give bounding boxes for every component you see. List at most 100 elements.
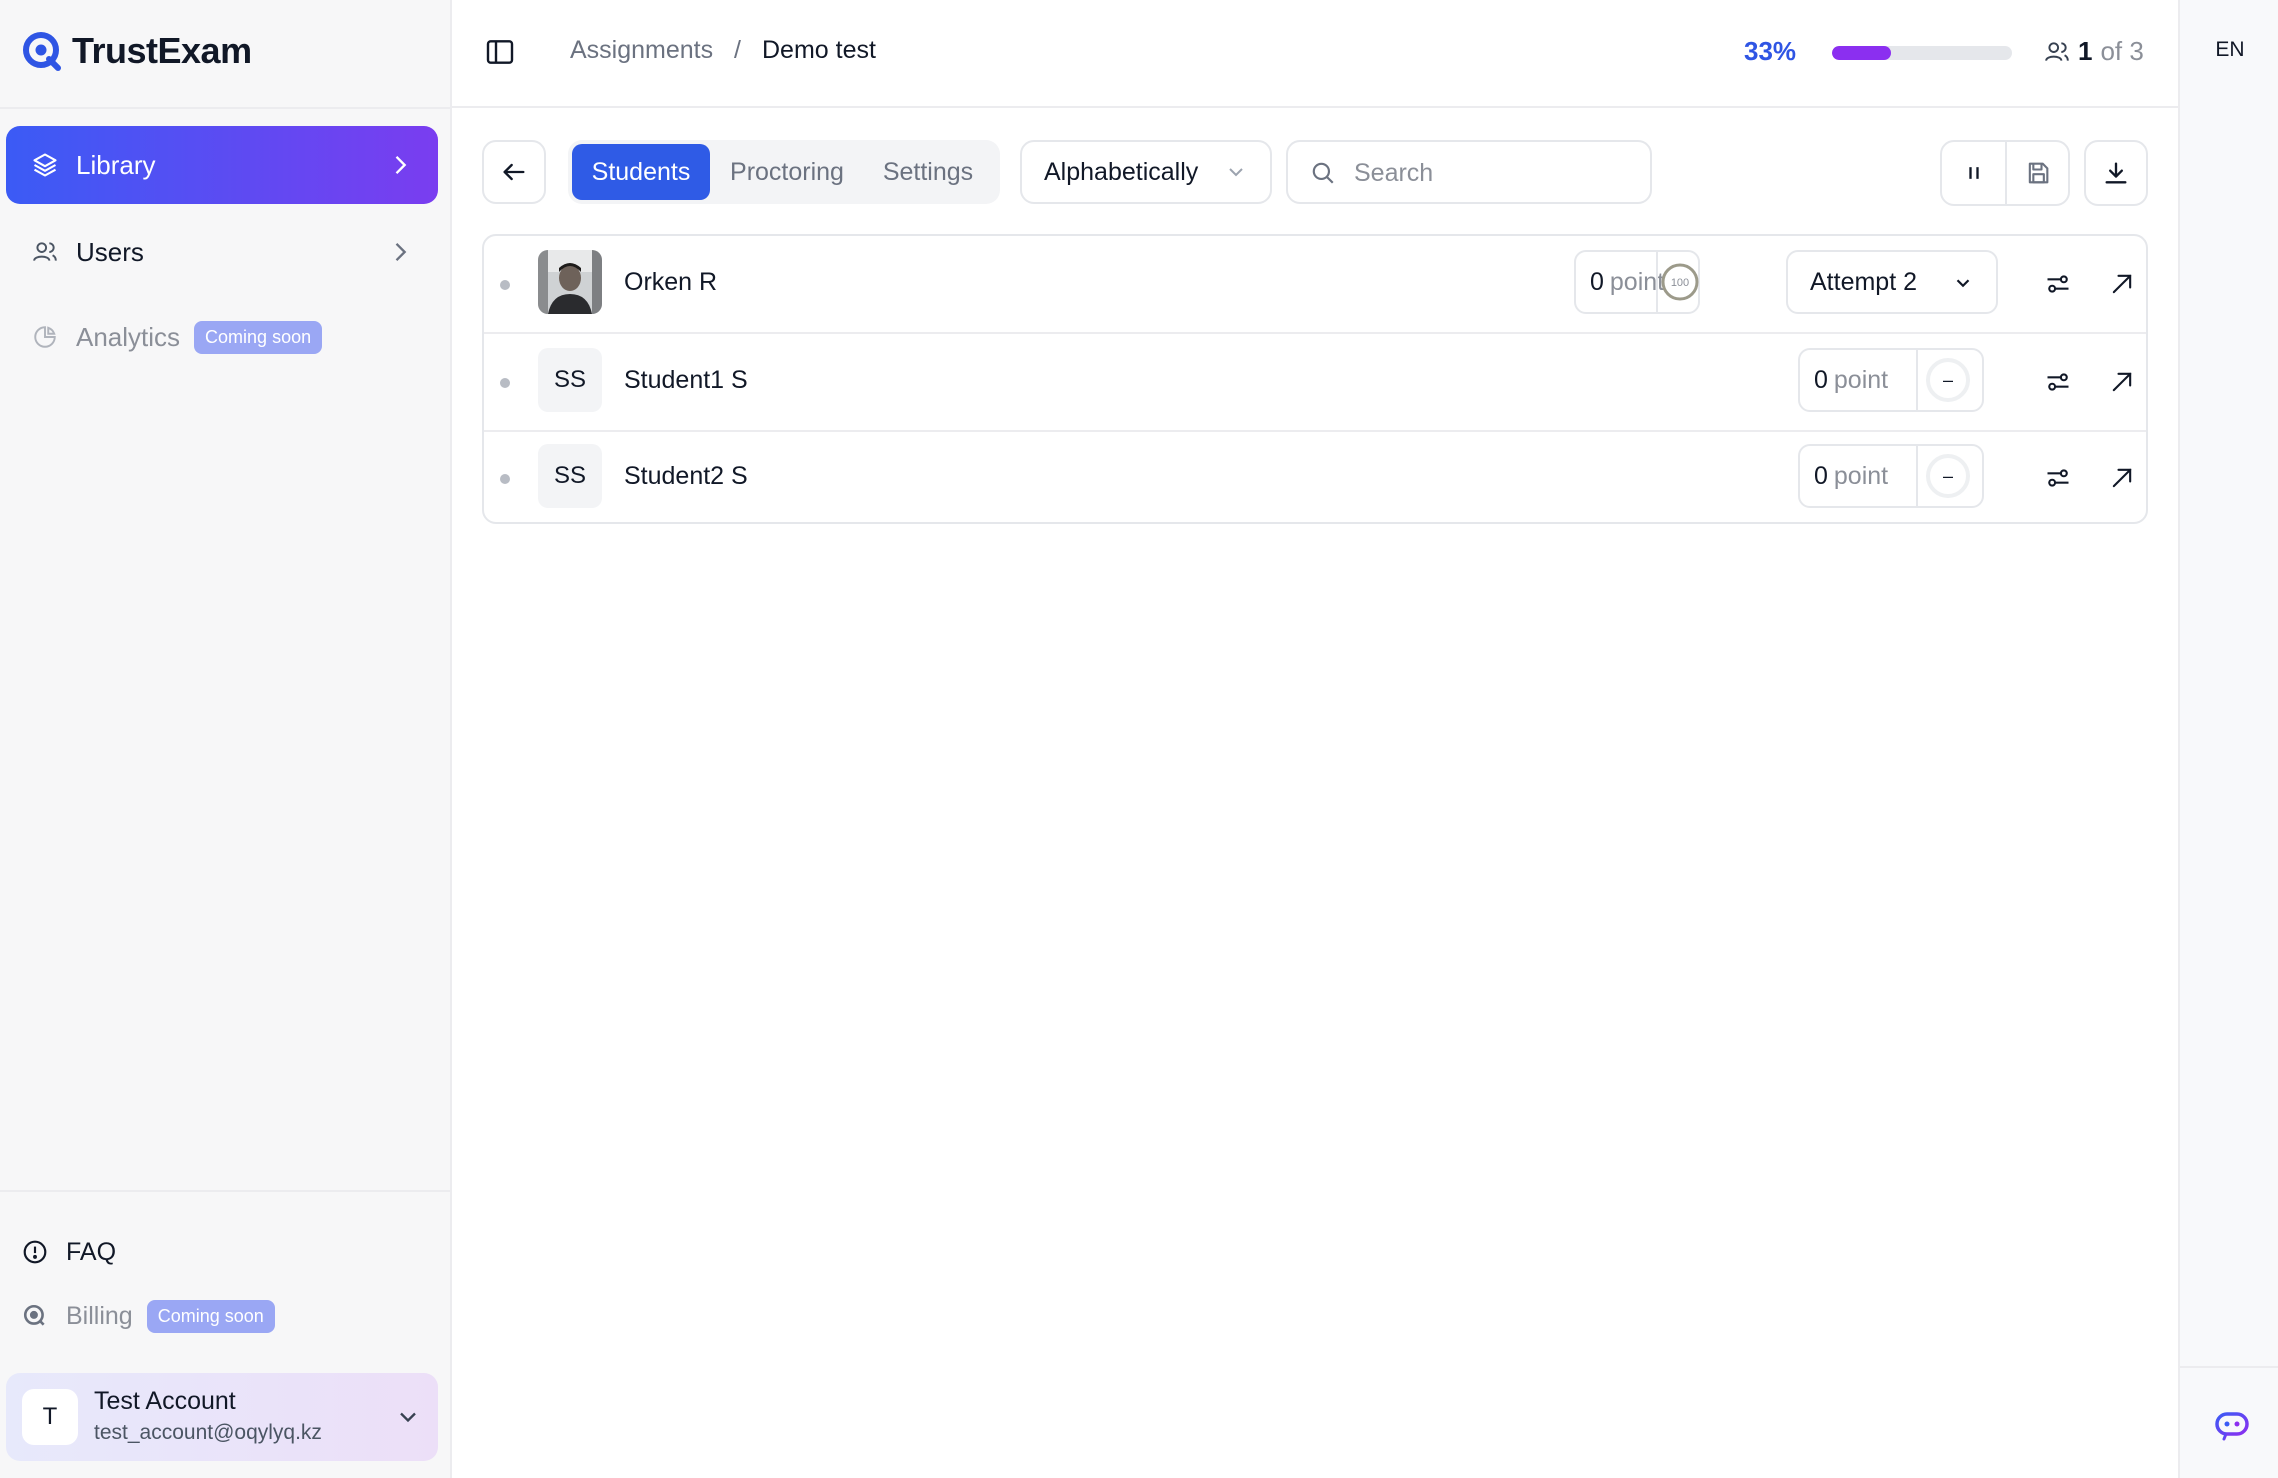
progress-bar <box>1832 46 2012 60</box>
chevron-right-icon <box>395 156 407 174</box>
breadcrumb-current: Demo test <box>762 36 876 64</box>
divider <box>1656 252 1658 312</box>
student-name: Student2 S <box>624 462 748 490</box>
tab-settings[interactable]: Settings <box>864 144 992 200</box>
table-row[interactable]: SS Student1 S 0 point – <box>484 334 2146 430</box>
chevron-down-icon <box>1956 279 1970 288</box>
students-table: Orken R 0 point 100 Attempt 2 SS Student1… <box>482 234 2148 524</box>
score-unit: point <box>1833 462 1889 490</box>
sidebar-item-label: FAQ <box>66 1237 117 1266</box>
sidebar-item-label: Library <box>76 149 156 180</box>
layers-icon <box>30 150 60 180</box>
breadcrumb-separator: / <box>734 36 741 64</box>
avatar: T <box>22 1389 78 1445</box>
pause-icon[interactable] <box>1960 159 1988 187</box>
student-photo <box>538 250 602 314</box>
progress-percent: 33% <box>1744 36 1797 66</box>
sidebar-item-label: Billing <box>66 1301 133 1330</box>
avatar: SS <box>538 444 602 508</box>
coming-soon-badge: Coming soon <box>146 1299 275 1333</box>
sidebar-toggle-icon[interactable] <box>484 36 516 68</box>
view-tabs: Students Proctoring Settings <box>568 140 1000 204</box>
sidebar-item-faq[interactable]: FAQ <box>22 1232 116 1272</box>
score-ring-label: – <box>1943 370 1953 390</box>
participants-total: of 3 <box>2100 36 2144 66</box>
brand-name: TrustExam <box>72 30 252 71</box>
save-icon[interactable] <box>2024 159 2052 187</box>
breadcrumb-assignments[interactable]: Assignments <box>570 36 713 65</box>
chevron-down-icon <box>400 1412 416 1423</box>
sidebar: TrustExam Library Users Analytics Coming… <box>0 0 452 1478</box>
search-box <box>1286 140 1652 204</box>
sidebar-item-analytics[interactable]: Analytics Coming soon <box>6 298 438 376</box>
download-button[interactable] <box>2084 140 2148 206</box>
tab-students[interactable]: Students <box>572 144 710 200</box>
score-box: 0 point 100 <box>1574 250 1700 314</box>
participants-current: 1 <box>2078 36 2093 66</box>
table-row[interactable]: SS Student2 S 0 point – <box>484 430 2146 522</box>
avatar: SS <box>538 348 602 412</box>
account-menu[interactable]: T Test Account test_account@oqylyq.kz <box>6 1373 438 1461</box>
status-dot <box>500 378 510 388</box>
assistant-bot-icon[interactable] <box>2212 1404 2252 1444</box>
back-button[interactable] <box>482 140 546 204</box>
info-circle-icon <box>23 1240 47 1264</box>
billing-icon <box>23 1304 45 1326</box>
tab-proctoring[interactable]: Proctoring <box>716 144 858 200</box>
sidebar-item-library[interactable]: Library <box>6 126 438 204</box>
score-value: 0 <box>1814 366 1828 394</box>
status-dot <box>500 474 510 484</box>
pie-chart-icon <box>30 322 60 352</box>
chevron-down-icon <box>1229 168 1243 177</box>
chevron-right-icon <box>395 243 407 261</box>
brand[interactable]: TrustExam <box>20 28 252 74</box>
divider <box>0 1190 450 1192</box>
account-email: test_account@oqylyq.kz <box>94 1421 322 1444</box>
sort-value: Alphabetically <box>1044 157 1199 186</box>
session-controls <box>1940 140 2070 206</box>
score-box: 0 point – <box>1798 348 1984 412</box>
sidebar-item-billing[interactable]: Billing Coming soon <box>22 1296 275 1336</box>
score-unit: point <box>1833 366 1889 394</box>
attempt-select[interactable]: Attempt 2 <box>1786 250 1998 314</box>
score-box: 0 point – <box>1798 444 1984 508</box>
open-external-icon[interactable] <box>2108 464 2136 492</box>
divider <box>1916 446 1918 506</box>
arrow-left-icon <box>503 163 525 181</box>
adjust-icon[interactable] <box>2044 368 2072 396</box>
account-name: Test Account <box>94 1387 236 1415</box>
student-name: Student1 S <box>624 366 748 394</box>
table-row[interactable]: Orken R 0 point 100 Attempt 2 <box>484 236 2146 332</box>
sidebar-item-label: Analytics <box>76 321 181 352</box>
score-ring-label: – <box>1943 466 1953 486</box>
attempt-value: Attempt 2 <box>1810 268 1917 296</box>
status-dot <box>500 280 510 290</box>
open-external-icon[interactable] <box>2108 270 2136 298</box>
adjust-icon[interactable] <box>2044 270 2072 298</box>
sidebar-item-users[interactable]: Users <box>6 213 438 291</box>
download-icon <box>2105 162 2127 184</box>
sidebar-item-label: Users <box>76 236 144 267</box>
divider <box>2005 142 2007 204</box>
sort-select[interactable]: Alphabetically <box>1020 140 1272 204</box>
score-value: 0 <box>1590 268 1604 296</box>
users-icon <box>2045 41 2069 61</box>
divider <box>0 107 450 109</box>
right-rail: EN <box>2178 0 2278 1478</box>
divider <box>1916 350 1918 410</box>
adjust-icon[interactable] <box>2044 464 2072 492</box>
progress-fill <box>1832 46 1892 60</box>
coming-soon-badge: Coming soon <box>194 320 323 354</box>
top-header: Assignments / Demo test 33% 1 of 3 <box>452 0 2178 108</box>
score-ring: 100 <box>1661 263 1699 301</box>
language-switcher[interactable]: EN <box>2180 38 2278 62</box>
divider <box>2180 1366 2278 1368</box>
score-value: 0 <box>1814 462 1828 490</box>
open-external-icon[interactable] <box>2108 368 2136 396</box>
search-icon <box>1312 162 1334 184</box>
search-input[interactable] <box>1352 152 1636 194</box>
users-icon <box>30 237 60 267</box>
score-ring: – <box>1926 358 1970 402</box>
score-ring: – <box>1926 454 1970 498</box>
trustexam-logo-icon <box>23 32 61 71</box>
